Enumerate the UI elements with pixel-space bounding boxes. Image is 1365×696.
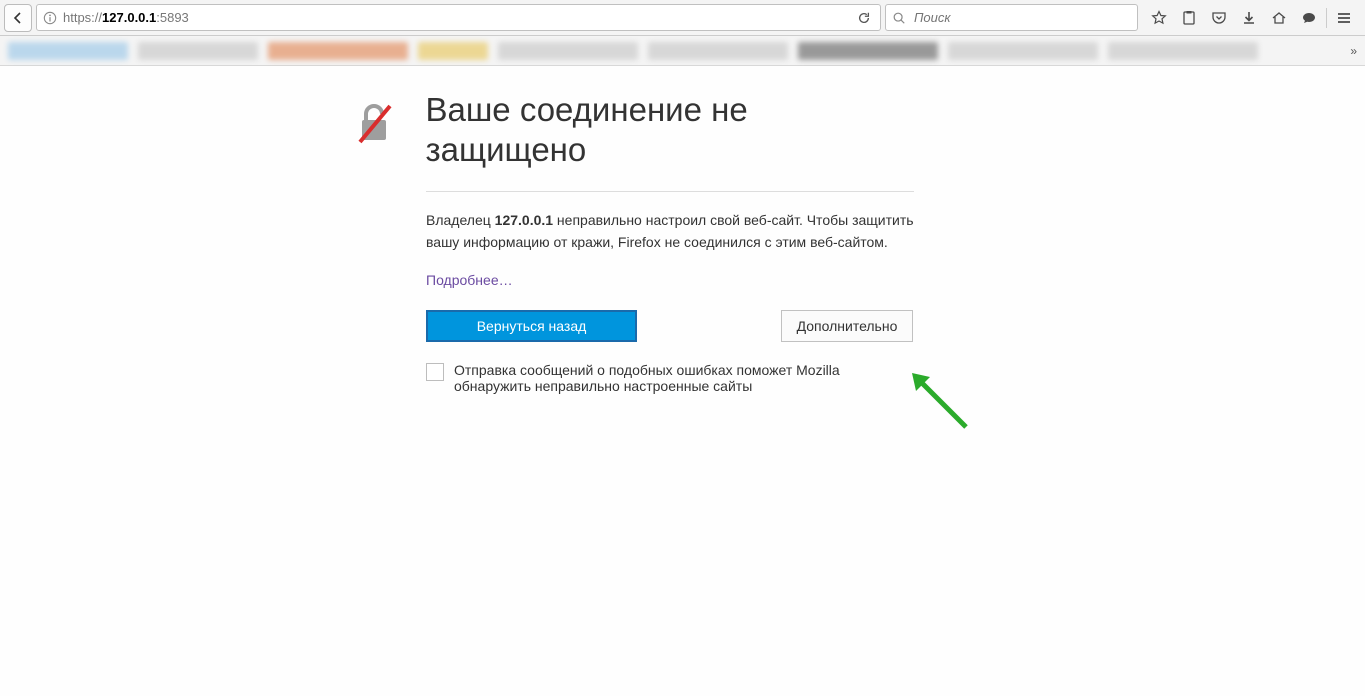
reload-icon — [857, 11, 871, 25]
search-icon — [892, 11, 906, 25]
desc-pre: Владелец — [426, 212, 495, 228]
downloads-button[interactable] — [1234, 4, 1264, 32]
advanced-button[interactable]: Дополнительно — [781, 310, 913, 342]
page-content: Ваше соединение не защищено Владелец 127… — [0, 66, 1365, 696]
learn-more-link[interactable]: Подробнее… — [426, 272, 513, 288]
reload-button[interactable] — [854, 8, 874, 28]
bookmark-item[interactable] — [498, 42, 638, 60]
search-bar[interactable] — [885, 4, 1138, 31]
go-back-button[interactable]: Вернуться назад — [426, 310, 637, 342]
bookmark-star-button[interactable] — [1144, 4, 1174, 32]
url-port: :5893 — [156, 10, 189, 25]
bookmark-item[interactable] — [948, 42, 1098, 60]
pocket-button[interactable] — [1204, 4, 1234, 32]
bookmarks-bar: » — [0, 36, 1365, 66]
back-arrow-icon — [10, 10, 26, 26]
chat-button[interactable] — [1294, 4, 1324, 32]
separator — [1326, 8, 1327, 28]
error-description: Владелец 127.0.0.1 неправильно настроил … — [426, 210, 914, 253]
bookmark-item[interactable] — [268, 42, 408, 60]
bookmark-item[interactable] — [8, 42, 128, 60]
bookmarks-overflow-button[interactable]: » — [1350, 44, 1357, 58]
error-card: Ваше соединение не защищено Владелец 127… — [354, 90, 914, 394]
home-icon — [1271, 10, 1287, 26]
bookmark-item[interactable] — [138, 42, 258, 60]
report-label: Отправка сообщений о подобных ошибках по… — [454, 362, 884, 394]
insecure-lock-icon — [354, 100, 398, 148]
url-host: 127.0.0.1 — [102, 10, 156, 25]
browser-toolbar: https://127.0.0.1:5893 — [0, 0, 1365, 36]
url-text: https://127.0.0.1:5893 — [63, 10, 189, 25]
report-checkbox[interactable] — [426, 363, 444, 381]
desc-host: 127.0.0.1 — [495, 212, 553, 228]
toolbar-icons — [1142, 4, 1361, 32]
menu-button[interactable] — [1329, 4, 1359, 32]
pocket-icon — [1211, 10, 1227, 26]
divider — [426, 191, 914, 192]
chat-icon — [1301, 10, 1317, 26]
url-scheme: https:// — [63, 10, 102, 25]
clipboard-icon — [1181, 10, 1197, 26]
url-bar[interactable]: https://127.0.0.1:5893 — [36, 4, 881, 31]
info-icon — [43, 11, 57, 25]
bookmark-item[interactable] — [418, 42, 488, 60]
back-button[interactable] — [4, 4, 32, 32]
library-button[interactable] — [1174, 4, 1204, 32]
error-title: Ваше соединение не защищено — [425, 90, 914, 169]
home-button[interactable] — [1264, 4, 1294, 32]
search-input[interactable] — [912, 9, 1131, 26]
hamburger-icon — [1336, 10, 1352, 26]
annotation-arrow-icon — [908, 369, 978, 439]
bookmark-item[interactable] — [798, 42, 938, 60]
star-icon — [1151, 10, 1167, 26]
bookmark-item[interactable] — [648, 42, 788, 60]
bookmark-item[interactable] — [1108, 42, 1258, 60]
download-icon — [1241, 10, 1257, 26]
